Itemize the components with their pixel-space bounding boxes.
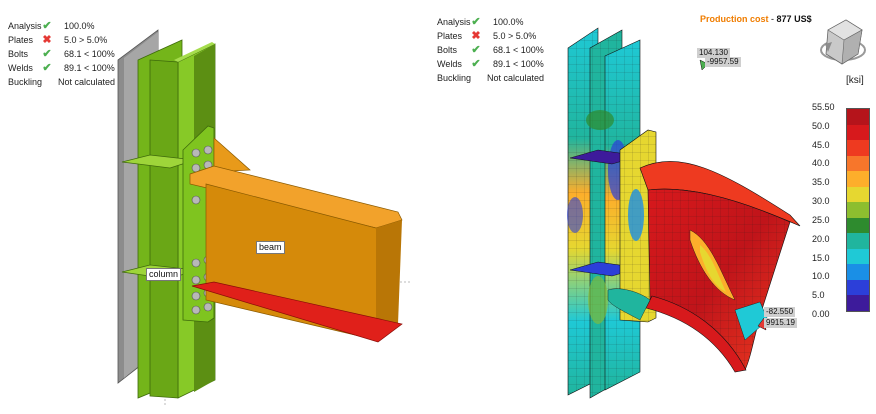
legend-tick-label: 35.0 bbox=[812, 177, 830, 188]
legend-color-step bbox=[847, 248, 869, 265]
legend-unit: [ksi] bbox=[846, 75, 864, 86]
view-cube-icon[interactable] bbox=[0, 0, 876, 414]
legend-color-step bbox=[847, 155, 869, 172]
color-legend-bar bbox=[846, 108, 870, 312]
legend-tick-label: 30.0 bbox=[812, 196, 830, 207]
legend-tick-label: 45.0 bbox=[812, 139, 830, 150]
legend-tick-label: 10.0 bbox=[812, 271, 830, 282]
legend-color-step bbox=[847, 295, 869, 311]
legend-color-step bbox=[847, 124, 869, 141]
legend-tick-label: 25.0 bbox=[812, 214, 830, 225]
legend-tick-label: 15.0 bbox=[812, 252, 830, 263]
legend-color-step bbox=[847, 233, 869, 249]
legend-color-step bbox=[847, 171, 869, 187]
legend-color-step bbox=[847, 109, 869, 125]
legend-tick-label: 50.0 bbox=[812, 120, 830, 131]
legend-color-step bbox=[847, 279, 869, 296]
legend-tick-label: 20.0 bbox=[812, 233, 830, 244]
legend-color-step bbox=[847, 264, 869, 280]
legend-tick-label: 0.00 bbox=[812, 309, 830, 319]
legend-color-step bbox=[847, 140, 869, 156]
legend-color-step bbox=[847, 217, 869, 234]
legend-tick-label: 55.50 bbox=[812, 102, 835, 112]
legend-tick-label: 40.0 bbox=[812, 158, 830, 169]
legend-color-step bbox=[847, 202, 869, 218]
legend-tick-label: 5.0 bbox=[812, 290, 825, 301]
legend-color-step bbox=[847, 186, 869, 203]
